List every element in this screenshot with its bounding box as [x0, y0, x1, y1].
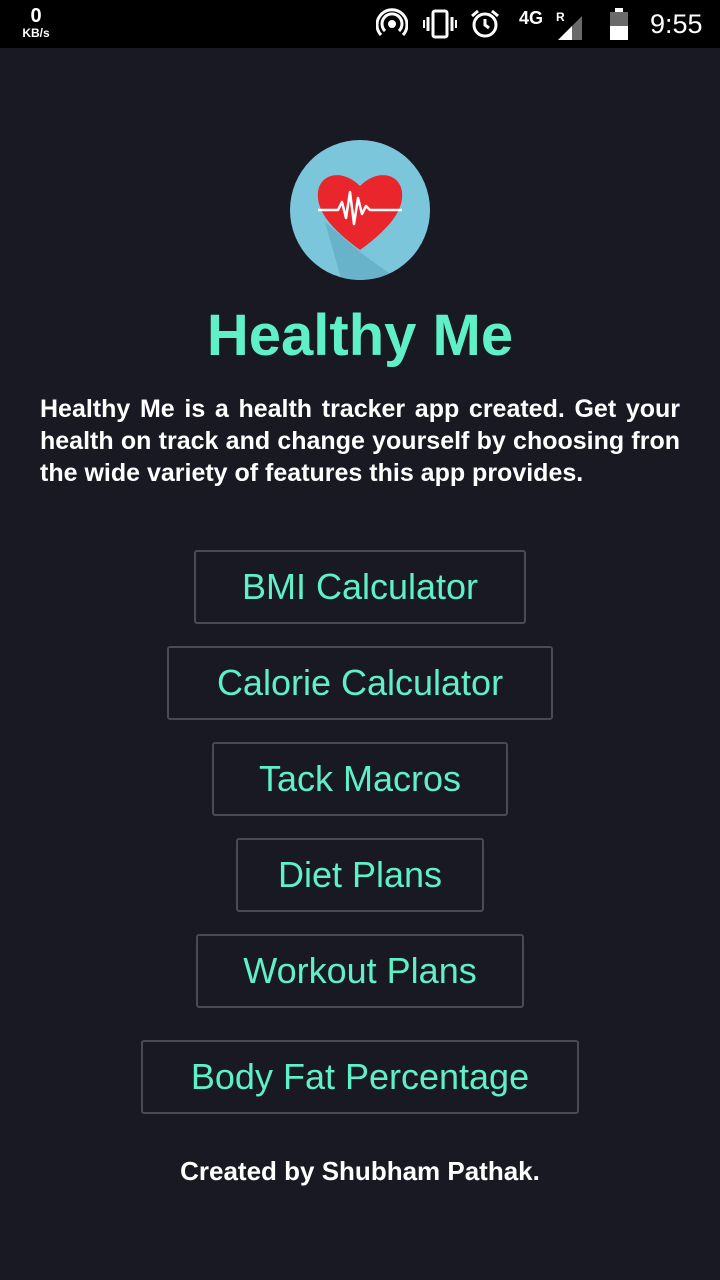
network-type: 4G	[519, 8, 544, 28]
network-speed: 0 KB/s	[16, 6, 56, 40]
battery-icon	[610, 8, 628, 45]
status-time: 9:55	[650, 9, 703, 39]
body-fat-percentage-button[interactable]: Body Fat Percentage	[141, 1040, 579, 1114]
calorie-calculator-button[interactable]: Calorie Calculator	[167, 646, 553, 720]
status-bar: 0 KB/s 4G R 9:55	[0, 0, 720, 48]
track-macros-button[interactable]: Tack Macros	[212, 742, 508, 816]
footer-credit: Created by Shubham Pathak.	[180, 1156, 540, 1186]
signal-icon	[556, 14, 584, 45]
app-title: Healthy Me	[206, 303, 514, 368]
app-description: Healthy Me is a health tracker app creat…	[40, 395, 680, 487]
network-speed-value: 0	[30, 5, 42, 27]
workout-plans-button[interactable]: Workout Plans	[196, 934, 524, 1008]
network-speed-unit: KB/s	[22, 26, 50, 40]
diet-plans-button[interactable]: Diet Plans	[236, 838, 484, 912]
vibrate-icon	[423, 8, 457, 45]
bmi-calculator-button[interactable]: BMI Calculator	[194, 550, 526, 624]
alarm-icon	[469, 8, 501, 45]
hotspot-icon	[375, 8, 409, 45]
heart-pulse-icon	[290, 140, 430, 280]
